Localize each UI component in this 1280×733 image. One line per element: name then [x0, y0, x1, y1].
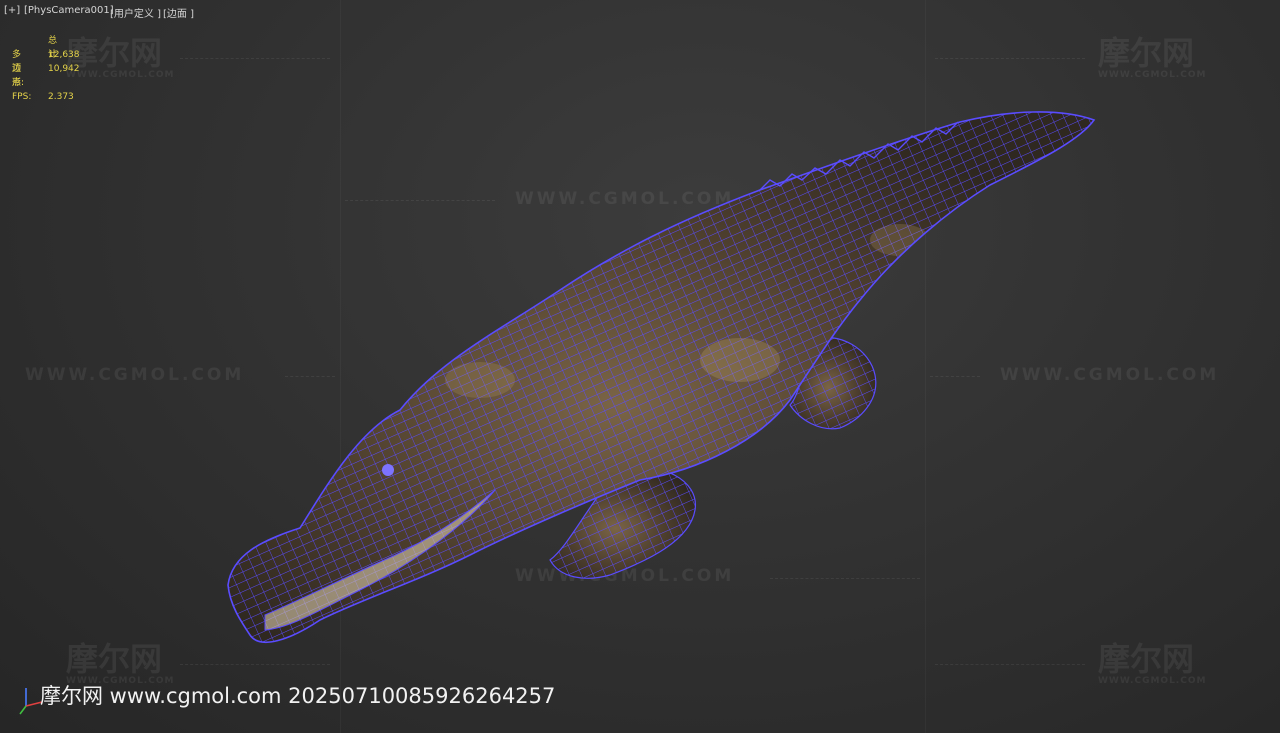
viewport-view-mode-label[interactable]: [用户定义 ]: [110, 5, 161, 20]
stats-vertices-value: 10,942: [48, 64, 80, 74]
stats-fps-value: 2.373: [48, 92, 74, 102]
viewport-shading-label[interactable]: [边面 ]: [163, 5, 194, 20]
3d-viewport[interactable]: WWW.CGMOL.COM WWW.CGMOL.COM WWW.CGMOL.CO…: [0, 0, 1280, 733]
footer-watermark: 摩尔网 www.cgmol.com 20250710085926264257: [40, 684, 556, 708]
viewport-camera-label[interactable]: [PhysCamera001]: [24, 5, 114, 16]
stats-polygons-value: 12,638: [48, 50, 80, 60]
crocodile-eye: [382, 464, 394, 476]
stats-vertices-label: 顶点:: [12, 64, 25, 88]
stats-fps-label: FPS:: [12, 92, 32, 102]
crocodile-model[interactable]: [0, 0, 1280, 733]
viewport-menu-button[interactable]: [+]: [4, 5, 20, 16]
